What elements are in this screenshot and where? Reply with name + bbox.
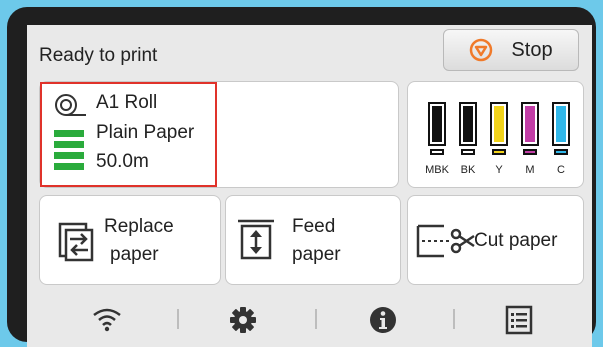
ink-label: M [525, 164, 535, 176]
ink-status-indicator [492, 149, 506, 155]
ink-tank-bk [459, 102, 477, 160]
ink-status-indicator [554, 149, 568, 155]
feed-paper-button[interactable]: Feed paper [225, 195, 401, 285]
replace-paper-button[interactable]: Replace paper [39, 195, 221, 285]
ink-status-indicator [523, 149, 537, 155]
printer-panel-bezel: Ready to print Stop A1 Roll Plain Paper … [7, 7, 596, 347]
ink-tank-body [552, 102, 570, 146]
list-icon[interactable] [505, 305, 533, 335]
ink-fill [494, 106, 504, 142]
ink-tank-mbk [428, 102, 446, 160]
status-bar: Ready to print Stop [27, 25, 592, 77]
feed-line2: paper [292, 244, 341, 265]
paper-type-label: Plain Paper [96, 122, 195, 143]
ink-level-card[interactable]: MBK BK Y M C [407, 81, 584, 188]
stop-button[interactable]: Stop [443, 29, 579, 71]
ink-fill [556, 106, 566, 142]
stop-icon [470, 38, 493, 62]
ink-fill [525, 106, 535, 142]
replace-line2: paper [110, 244, 159, 265]
wifi-icon[interactable] [91, 305, 123, 333]
gear-icon[interactable] [229, 306, 257, 334]
feed-paper-icon [238, 219, 274, 260]
cut-paper-label: Cut paper [474, 230, 558, 251]
bottom-toolbar [27, 293, 592, 347]
replace-line1: Replace [104, 216, 174, 237]
touch-screen: Ready to print Stop A1 Roll Plain Paper … [27, 25, 592, 347]
paper-size-label: A1 Roll [96, 92, 158, 113]
ink-tank-y [490, 102, 508, 160]
ink-label: C [557, 164, 565, 176]
ink-status-indicator [461, 149, 475, 155]
info-icon[interactable] [369, 306, 397, 334]
stop-label: Stop [511, 38, 553, 61]
toolbar-divider [315, 309, 317, 329]
toolbar-divider [177, 309, 179, 329]
ink-label: BK [460, 164, 476, 176]
replace-paper-icon [58, 222, 94, 262]
paper-level-icon [54, 130, 84, 170]
paper-remaining-label: 50.0m [96, 151, 149, 172]
ink-status-indicator [430, 149, 444, 155]
ink-tank-body [490, 102, 508, 146]
cut-paper-button[interactable]: Cut paper [407, 195, 584, 285]
roll-paper-icon [55, 94, 86, 116]
ink-tank-c [552, 102, 570, 160]
ink-label: Y [495, 164, 503, 176]
paper-info-card[interactable]: A1 Roll Plain Paper 50.0m [39, 81, 399, 188]
ink-fill [432, 106, 442, 142]
ink-tank-m [521, 102, 539, 160]
toolbar-divider [453, 309, 455, 329]
ink-label: MBK [425, 164, 449, 176]
ink-tank-body [521, 102, 539, 146]
feed-line1: Feed [292, 216, 336, 237]
status-text: Ready to print [39, 45, 158, 66]
ink-fill [463, 106, 473, 142]
ink-tank-body [459, 102, 477, 146]
cut-paper-icon [416, 224, 475, 258]
ink-tank-body [428, 102, 446, 146]
